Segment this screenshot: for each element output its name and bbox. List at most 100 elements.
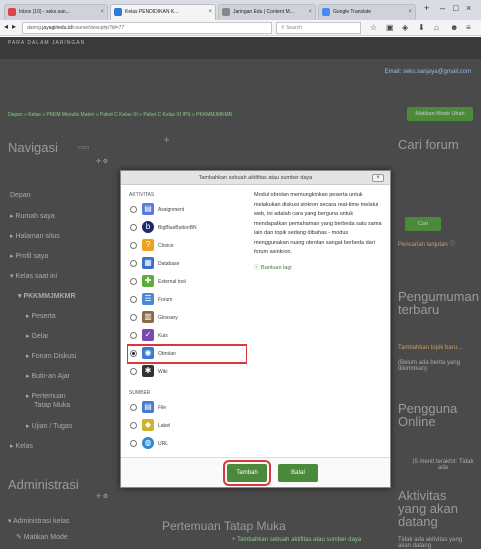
close-dialog-button[interactable]: × — [372, 174, 384, 182]
forum-search-button[interactable]: Cari — [405, 217, 441, 231]
option-chat[interactable]: ◉ Obrolan — [127, 344, 247, 364]
nav-item-materials[interactable]: ▸ Butir-an Ajar — [26, 372, 70, 380]
option-label: Wiki — [158, 369, 168, 375]
option-label-resource[interactable]: ◆ Label — [127, 417, 247, 435]
browser-tab-inbox[interactable]: Inbox (10) - seks.san... × — [4, 4, 108, 20]
close-tab-icon[interactable]: × — [100, 5, 104, 19]
option-label: URL — [158, 441, 169, 447]
browser-tab-bar: Inbox (10) - seks.san... × Kelas PENDIDI… — [0, 0, 481, 20]
edit-mode-button[interactable]: Matikan Mode Ubah — [407, 107, 473, 121]
radio-button[interactable] — [130, 278, 137, 285]
option-file[interactable]: ▤ File — [127, 399, 247, 417]
url-field[interactable]: daring.jayagiriedu.id/course/view.php?id… — [22, 22, 272, 34]
contact-email[interactable]: Email: seks.sanjaya@gmail.com — [385, 69, 471, 75]
radio-button-selected[interactable] — [130, 350, 137, 357]
browser-tab-kelas[interactable]: Kelas PENDIDIKAN K... × — [110, 4, 216, 20]
home-icon[interactable]: ⌂ — [434, 23, 439, 32]
option-assignment[interactable]: ▤ Assignment — [127, 201, 247, 219]
breadcrumb[interactable]: Depan » Kelas » PKKM Menulis Materi » Pa… — [8, 112, 232, 118]
close-window-button[interactable]: × — [466, 3, 471, 13]
site-header: PARA DALAM JARINGAN — [0, 37, 481, 59]
file-icon: ▤ — [142, 401, 154, 413]
browser-tab-jaringan[interactable]: Jaringan Edu | Content M... × — [218, 4, 316, 20]
minimize-button[interactable]: – — [440, 3, 445, 13]
radio-button[interactable] — [130, 260, 137, 267]
forward-icon[interactable]: ▸ — [12, 22, 16, 31]
back-icon[interactable]: ◂ — [4, 22, 8, 31]
radio-button[interactable] — [130, 206, 137, 213]
advanced-search-link[interactable]: Pencarian lanjutan ⓘ — [398, 239, 455, 248]
block-settings-icon[interactable]: ✢ ⚙ — [96, 493, 108, 500]
close-tab-icon[interactable]: × — [308, 5, 312, 19]
bookmark-star-icon[interactable]: ☆ — [370, 23, 377, 32]
radio-button[interactable] — [130, 440, 137, 447]
nav-item-meeting[interactable]: ▸ Pertemuan — [26, 392, 66, 400]
tab-title: Kelas PENDIDIKAN K... — [125, 9, 179, 15]
option-forum[interactable]: ☰ Forum — [127, 291, 247, 309]
nav-item-meeting-cont[interactable]: Tatap Muka — [34, 402, 70, 409]
option-database[interactable]: ▦ Database — [127, 255, 247, 273]
pocket-icon[interactable]: ◈ — [402, 23, 408, 32]
site-icon — [222, 8, 230, 16]
option-label: Glossary — [158, 315, 178, 321]
option-external-tool[interactable]: ✚ External tool — [127, 273, 247, 291]
maximize-button[interactable]: □ — [453, 3, 458, 13]
download-icon[interactable]: ⬇ — [418, 23, 425, 32]
option-label: Assignment — [158, 207, 185, 213]
cancel-button[interactable]: Batal — [278, 464, 318, 482]
block-collapse-icon[interactable]: ▭▭ — [78, 144, 89, 151]
nav-item-general[interactable]: ▸ Gelar — [26, 332, 49, 340]
new-tab-icon[interactable]: + — [424, 3, 429, 13]
news-title: Pengumuman terbaru — [398, 289, 479, 317]
block-settings-icon[interactable]: ✢ ⚙ — [96, 158, 108, 165]
radio-button[interactable] — [130, 296, 137, 303]
option-label: File — [158, 405, 167, 411]
option-label: Kuis — [158, 333, 168, 339]
nav-item-exams[interactable]: ▸ Ujian / Tugas — [26, 422, 72, 430]
radio-button[interactable] — [130, 368, 137, 375]
nav-item-current-course[interactable]: ▾ Kelas saat ini — [10, 272, 57, 280]
option-quiz[interactable]: ✓ Kuis — [127, 327, 247, 345]
radio-button[interactable] — [130, 224, 137, 231]
extension-icon[interactable]: ☻ — [450, 23, 458, 32]
nav-item-course-admin[interactable]: ▾ Administrasi kelas — [8, 517, 69, 525]
nav-item-home[interactable]: Depan — [10, 192, 31, 199]
option-glossary[interactable]: ▥ Glossary — [127, 309, 247, 327]
add-activity-dialog: Tambahkan sebuah aktifitas atau sumber d… — [120, 170, 391, 488]
site-tag: PARA DALAM JARINGAN — [8, 40, 86, 46]
option-bigbluebutton[interactable]: b BigBlueButtonBN — [127, 219, 247, 237]
nav-item-course[interactable]: ▾ PKKMMJMKMR — [18, 292, 76, 300]
nav-item-courses[interactable]: ▸ Kelas — [10, 442, 33, 450]
navigation-block: Navigasi ▭▭ ✢ ⚙ Depan ▸ Rumah saya ▸ Hal… — [6, 132, 116, 502]
gmail-icon — [8, 8, 16, 16]
chat-icon: ◉ — [142, 347, 154, 359]
choice-icon: ? — [142, 239, 154, 251]
nav-item-participants[interactable]: ▸ Peserta — [26, 312, 56, 320]
option-url[interactable]: ◍ URL — [127, 435, 247, 453]
move-icon[interactable]: ✢ — [164, 137, 169, 144]
option-choice[interactable]: ? Choice — [127, 237, 247, 255]
radio-button[interactable] — [130, 332, 137, 339]
radio-button[interactable] — [130, 242, 137, 249]
add-button[interactable]: Tambah — [223, 460, 271, 486]
close-tab-icon[interactable]: × — [208, 5, 212, 19]
add-activity-link[interactable]: + Tambahkan sebuah aktifitas atau sumber… — [232, 537, 361, 543]
upcoming-text: Tidak ada aktivitas yang akan datang — [398, 537, 463, 549]
radio-button[interactable] — [130, 404, 137, 411]
nav-item-site-pages[interactable]: ▸ Halaman situs — [10, 232, 60, 240]
radio-button[interactable] — [130, 314, 137, 321]
nav-item-turn-off-edit[interactable]: ✎ Matikan Mode — [16, 533, 68, 541]
add-topic-link[interactable]: Tambahkan topik baru... — [398, 345, 462, 351]
option-wiki[interactable]: ✱ Wiki — [127, 363, 247, 381]
more-help-link[interactable]: ⓘ Bantuan lagi — [254, 264, 384, 274]
radio-button[interactable] — [130, 422, 137, 429]
online-users-title: Pengguna Online — [398, 401, 458, 429]
close-tab-icon[interactable]: × — [408, 5, 412, 19]
browser-search-input[interactable]: ⚲ Search — [276, 22, 361, 34]
menu-icon[interactable]: ≡ — [466, 23, 471, 32]
browser-tab-translate[interactable]: Google Translate × — [318, 4, 416, 20]
nav-item-forum[interactable]: ▸ Forum Diskusi — [26, 352, 76, 360]
reading-list-icon[interactable]: ▣ — [386, 23, 394, 32]
nav-item-my-home[interactable]: ▸ Rumah saya — [10, 212, 55, 220]
nav-item-my-profile[interactable]: ▸ Profil saya — [10, 252, 48, 260]
